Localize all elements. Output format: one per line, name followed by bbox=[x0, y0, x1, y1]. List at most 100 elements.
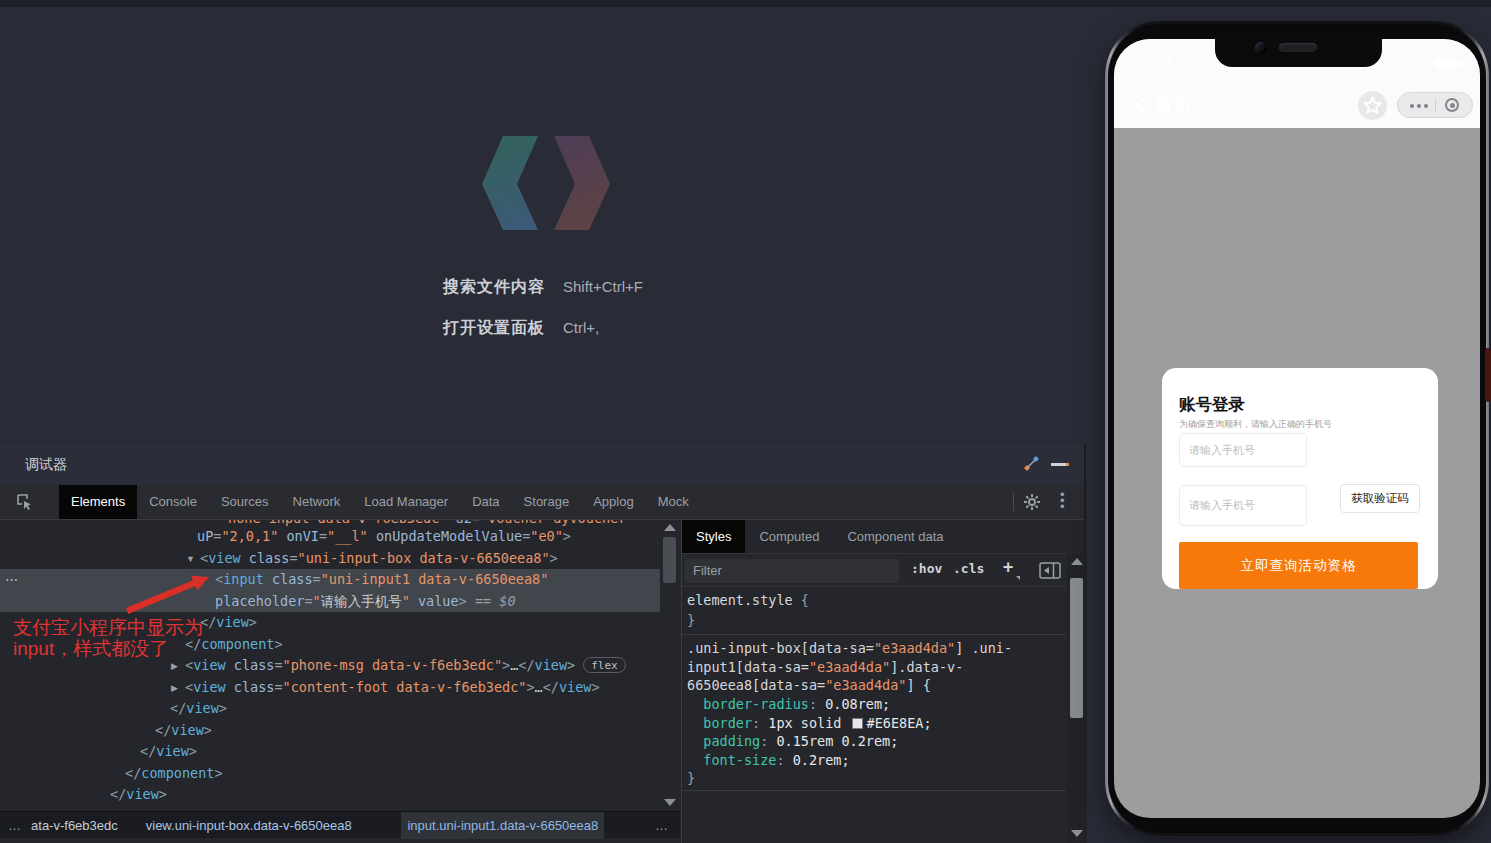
login-card: 账号登录 为确保查询顺利，请输入正确的手机号 请输入手机号 请输入手机号 获取验… bbox=[1162, 368, 1438, 589]
css-token: : bbox=[776, 752, 792, 768]
css-token: : bbox=[752, 715, 768, 731]
more-icon-dot bbox=[1417, 104, 1421, 108]
login-title: 账号登录 bbox=[1179, 394, 1245, 416]
css-token: #E6E8EA; bbox=[867, 715, 932, 731]
css-token: 1px solid bbox=[768, 715, 849, 731]
css-token: input1[data-sa= bbox=[687, 659, 809, 675]
devtools-tab-applog[interactable]: Applog bbox=[581, 485, 645, 519]
breadcrumb-item[interactable]: input.uni-input1.data-v-6650eea8 bbox=[401, 812, 604, 839]
css-token: element.style bbox=[687, 592, 801, 608]
css-token: 0.08rem; bbox=[825, 696, 890, 712]
css-line[interactable]: .uni-input-box[data-sa="e3aad4da"] .uni- bbox=[687, 640, 1012, 656]
phone-power-button bbox=[1485, 348, 1491, 402]
speaker-grille bbox=[1279, 43, 1317, 52]
rule-separator-2 bbox=[682, 790, 1066, 791]
css-line[interactable]: border: 1px solid #E6E8EA; bbox=[687, 715, 932, 731]
css-token: 0.15rem 0.2rem; bbox=[776, 733, 898, 749]
css-token: padding bbox=[687, 733, 760, 749]
css-token: .uni-input-box[data-sa= bbox=[687, 640, 874, 656]
css-line[interactable]: input1[data-sa="e3aad4da"].data-v- bbox=[687, 659, 963, 675]
devtools-tab-load-manager[interactable]: Load Manager bbox=[352, 485, 460, 519]
shortcut-row: 打开设置面板Ctrl+, bbox=[443, 318, 545, 339]
camera-icon bbox=[1255, 42, 1267, 54]
styles-pane: StylesComputedComponent data Filter :hov… bbox=[681, 520, 1086, 843]
get-code-button[interactable]: 获取验证码 bbox=[1340, 484, 1420, 513]
shortcut-label: 打开设置面板 bbox=[443, 319, 545, 336]
inspect-icon[interactable] bbox=[16, 493, 34, 511]
styles-toolbar: Filter :hov .cls + bbox=[682, 553, 1066, 587]
devtools-tab-data[interactable]: Data bbox=[460, 485, 511, 519]
battery-icon bbox=[1435, 58, 1458, 69]
scrollbar-thumb[interactable] bbox=[663, 537, 676, 583]
more-icon-dot bbox=[1410, 104, 1414, 108]
sidebar-toggle-icon[interactable] bbox=[1039, 562, 1061, 579]
styles-scroll-down[interactable] bbox=[1071, 830, 1083, 837]
styles-tab-computed[interactable]: Computed bbox=[745, 520, 833, 553]
styles-tab-styles[interactable]: Styles bbox=[682, 520, 745, 553]
css-token: : bbox=[809, 696, 825, 712]
cls-toggle[interactable]: .cls bbox=[953, 561, 984, 576]
login-subtitle: 为确保查询顺利，请输入正确的手机号 bbox=[1179, 418, 1332, 431]
expand-icon[interactable] bbox=[1023, 455, 1040, 472]
color-swatch[interactable] bbox=[852, 718, 863, 729]
editor-background: 搜索文件内容Shift+Ctrl+F打开设置面板Ctrl+, bbox=[0, 7, 1086, 443]
new-rule-button[interactable]: + bbox=[1003, 557, 1013, 577]
favorite-button[interactable] bbox=[1358, 91, 1387, 120]
more-icon-dot bbox=[1424, 104, 1428, 108]
shortcut-row: 搜索文件内容Shift+Ctrl+F bbox=[443, 277, 545, 298]
css-line[interactable]: 6650eea8[data-sa="e3aad4da"] { bbox=[687, 677, 931, 693]
kebab-menu-icon[interactable]: ••• bbox=[1060, 492, 1064, 512]
annotation-text-line2: input，样式都没了 bbox=[13, 636, 168, 662]
nav-title[interactable]: 首页 bbox=[1154, 92, 1192, 118]
hov-toggle[interactable]: :hov bbox=[911, 561, 942, 576]
css-line[interactable]: } bbox=[687, 612, 695, 628]
css-token: ].data-v- bbox=[890, 659, 963, 675]
devtools-tab-console[interactable]: Console bbox=[137, 485, 209, 519]
breadcrumb-item[interactable]: ata-v-f6eb3edc bbox=[31, 812, 118, 839]
submit-button[interactable]: 立即查询活动资格 bbox=[1179, 542, 1418, 589]
phone-number-input[interactable]: 请输入手机号 bbox=[1179, 433, 1307, 467]
css-line[interactable]: font-size: 0.2rem; bbox=[687, 752, 850, 768]
phone-screen: 09:21 100% 首页 bbox=[1114, 39, 1480, 818]
styles-scroll-up[interactable] bbox=[1071, 558, 1083, 565]
breadcrumb-item[interactable]: … bbox=[655, 812, 668, 839]
breadcrumb-item[interactable]: view.uni-input-box.data-v-6650eea8 bbox=[146, 812, 352, 839]
debugger-panel: 调试器 ElementsConsoleSourcesNetworkLoad Ma… bbox=[0, 443, 1086, 843]
gear-icon[interactable] bbox=[1022, 492, 1042, 512]
rule-separator-1 bbox=[682, 634, 1066, 635]
back-chevron-icon[interactable] bbox=[1135, 97, 1152, 114]
styles-scrollbar-thumb[interactable] bbox=[1070, 578, 1083, 718]
screenshot-root: 搜索文件内容Shift+Ctrl+F打开设置面板Ctrl+, 调试器 Eleme… bbox=[0, 0, 1491, 843]
css-token: font-size bbox=[687, 752, 776, 768]
devtools-tab-storage[interactable]: Storage bbox=[512, 485, 582, 519]
devtools-tab-elements[interactable]: Elements bbox=[59, 485, 137, 519]
capsule-menu[interactable] bbox=[1397, 92, 1473, 118]
css-token: 6650eea8[data-sa= bbox=[687, 677, 825, 693]
css-line[interactable]: padding: 0.15rem 0.2rem; bbox=[687, 733, 898, 749]
styles-tab-component-data[interactable]: Component data bbox=[833, 520, 957, 553]
styles-filter-input[interactable]: Filter bbox=[685, 559, 899, 583]
debugger-title: 调试器 bbox=[25, 456, 67, 474]
css-line[interactable]: border-radius: 0.08rem; bbox=[687, 696, 890, 712]
devtools-tab-network[interactable]: Network bbox=[281, 485, 353, 519]
breadcrumb-item[interactable]: … bbox=[8, 812, 21, 839]
elements-scrollbar[interactable] bbox=[660, 521, 680, 811]
devtools-tab-mock[interactable]: Mock bbox=[646, 485, 701, 519]
shortcut-keys: Ctrl+, bbox=[563, 319, 599, 336]
css-line[interactable]: element.style { bbox=[687, 592, 809, 608]
scroll-up-arrow[interactable] bbox=[664, 524, 676, 531]
css-token: } bbox=[687, 612, 695, 628]
debugger-titlebar: 调试器 bbox=[0, 443, 1084, 485]
scroll-down-arrow[interactable] bbox=[664, 799, 676, 806]
css-token: 0.2rem; bbox=[793, 752, 850, 768]
close-circle-icon[interactable] bbox=[1445, 98, 1459, 112]
devtools-tab-sources[interactable]: Sources bbox=[209, 485, 281, 519]
phone-notch bbox=[1215, 39, 1382, 67]
devtools-tabbar: ElementsConsoleSourcesNetworkLoad Manage… bbox=[0, 485, 1084, 520]
styles-scrollbar[interactable] bbox=[1067, 554, 1087, 843]
css-token: "e3aad4da" bbox=[825, 677, 906, 693]
css-line[interactable]: } bbox=[687, 770, 695, 786]
verify-code-input[interactable]: 请输入手机号 bbox=[1179, 485, 1307, 526]
shortcut-keys: Shift+Ctrl+F bbox=[563, 278, 643, 295]
css-token: "e3aad4da" bbox=[809, 659, 890, 675]
